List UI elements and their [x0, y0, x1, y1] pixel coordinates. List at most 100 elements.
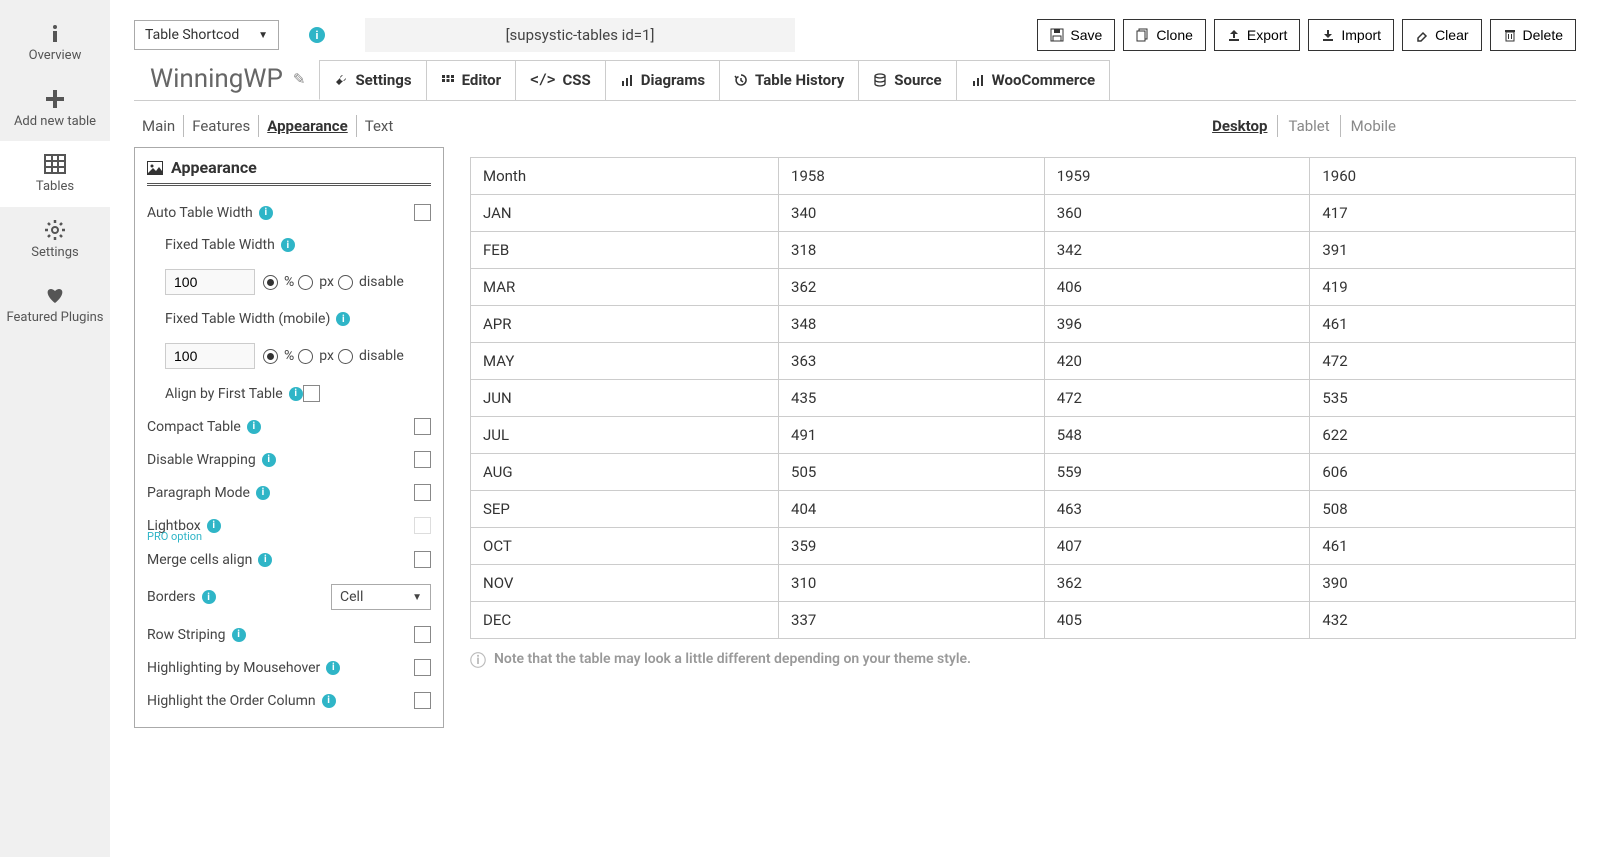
- tab-source[interactable]: Source: [858, 60, 955, 100]
- fixed-width-input[interactable]: [165, 269, 255, 295]
- info-icon[interactable]: i: [202, 590, 216, 604]
- radio-px-mobile[interactable]: [298, 349, 313, 364]
- sub-tab-text[interactable]: Text: [357, 115, 402, 137]
- sub-tab-features[interactable]: Features: [184, 115, 259, 137]
- save-button[interactable]: Save: [1037, 19, 1115, 51]
- radio-disable[interactable]: [338, 275, 353, 290]
- checkbox-row-striping[interactable]: [414, 626, 431, 643]
- info-icon[interactable]: i: [262, 453, 276, 467]
- table-cell: 391: [1310, 232, 1576, 269]
- view-tab-mobile[interactable]: Mobile: [1341, 115, 1406, 137]
- import-button[interactable]: Import: [1308, 19, 1394, 51]
- view-tab-tablet[interactable]: Tablet: [1278, 115, 1340, 137]
- tab-settings[interactable]: Settings: [319, 60, 425, 100]
- checkbox-paragraph[interactable]: [414, 484, 431, 501]
- table-cell: 417: [1310, 195, 1576, 232]
- shortcode-select[interactable]: Table Shortcod ▼: [134, 20, 279, 50]
- table-row: JUL491548622: [471, 417, 1576, 454]
- tab-woocommerce[interactable]: WooCommerce: [956, 60, 1110, 100]
- table-cell: 622: [1310, 417, 1576, 454]
- checkbox-disable-wrap[interactable]: [414, 451, 431, 468]
- table-cell: 548: [1044, 417, 1310, 454]
- tab-label: Diagrams: [641, 71, 705, 89]
- table-cell: APR: [471, 306, 779, 343]
- export-button[interactable]: Export: [1214, 19, 1300, 51]
- bar-icon: [971, 73, 985, 87]
- view-tab-desktop[interactable]: Desktop: [1202, 115, 1278, 137]
- sub-tab-appearance[interactable]: Appearance: [259, 115, 356, 137]
- info-icon[interactable]: i: [309, 27, 325, 43]
- opt-borders: Bordersi Cell ▼: [147, 576, 431, 618]
- checkbox-highlight-order[interactable]: [414, 692, 431, 709]
- download-icon: [1321, 28, 1335, 42]
- clear-button[interactable]: Clear: [1402, 19, 1481, 51]
- sidebar-item-overview[interactable]: Overview: [0, 10, 110, 76]
- table-cell: 420: [1044, 343, 1310, 380]
- info-icon[interactable]: i: [256, 486, 270, 500]
- info-icon[interactable]: i: [322, 694, 336, 708]
- table-cell: SEP: [471, 491, 779, 528]
- table-cell: 362: [779, 269, 1045, 306]
- table-cell: 405: [1044, 602, 1310, 639]
- opt-row-striping: Row Stripingi: [147, 618, 431, 651]
- table-cell: 363: [779, 343, 1045, 380]
- sidebar-item-tables[interactable]: Tables: [0, 141, 110, 207]
- checkbox-align-first[interactable]: [303, 385, 320, 402]
- radio-percent-mobile[interactable]: [263, 349, 278, 364]
- info-icon[interactable]: i: [289, 387, 303, 401]
- sidebar-item-featured-plugins[interactable]: Featured Plugins: [0, 272, 110, 338]
- left-column: MainFeaturesAppearanceText Appearance Au…: [134, 115, 444, 728]
- sidebar-item-settings[interactable]: Settings: [0, 207, 110, 273]
- table-cell: 606: [1310, 454, 1576, 491]
- fixed-width-mobile-input[interactable]: [165, 343, 255, 369]
- info-icon[interactable]: i: [281, 238, 295, 252]
- shortcode-display[interactable]: [supsystic-tables id=1]: [365, 18, 795, 52]
- sidebar-item-add-new-table[interactable]: Add new table: [0, 76, 110, 142]
- table-cell: 340: [779, 195, 1045, 232]
- info-icon[interactable]: i: [207, 519, 221, 533]
- clone-button[interactable]: Clone: [1123, 19, 1206, 51]
- info-icon[interactable]: i: [247, 420, 261, 434]
- sub-tab-main[interactable]: Main: [134, 115, 184, 137]
- table-row: FEB318342391: [471, 232, 1576, 269]
- delete-button[interactable]: Delete: [1490, 19, 1576, 51]
- grid-icon: [44, 153, 66, 175]
- table-cell: 463: [1044, 491, 1310, 528]
- borders-select[interactable]: Cell ▼: [331, 584, 431, 610]
- info-icon[interactable]: i: [336, 312, 350, 326]
- tab-table-history[interactable]: Table History: [719, 60, 858, 100]
- sidebar-item-label: Add new table: [14, 114, 96, 130]
- radio-px[interactable]: [298, 275, 313, 290]
- tab-label: Table History: [755, 71, 844, 89]
- checkbox-merge-cells[interactable]: [414, 551, 431, 568]
- table-cell: MAR: [471, 269, 779, 306]
- fixed-width-units: % px disable: [263, 274, 404, 290]
- opt-align-first: Align by First Tablei: [165, 377, 431, 410]
- radio-disable-mobile[interactable]: [338, 349, 353, 364]
- checkbox-lightbox[interactable]: [414, 517, 431, 534]
- tab-label: Source: [894, 71, 941, 89]
- checkbox-compact[interactable]: [414, 418, 431, 435]
- info-icon[interactable]: i: [259, 206, 273, 220]
- checkbox-highlight-hover[interactable]: [414, 659, 431, 676]
- table-header-cell: Month: [471, 158, 779, 195]
- pencil-icon[interactable]: ✎: [293, 70, 306, 88]
- copy-icon: [1136, 28, 1150, 42]
- info-icon[interactable]: i: [232, 628, 246, 642]
- info-icon[interactable]: i: [258, 553, 272, 567]
- checkbox-auto-width[interactable]: [414, 204, 431, 221]
- tab-css[interactable]: </>CSS: [515, 60, 605, 100]
- eraser-icon: [1415, 28, 1429, 42]
- opt-highlight-order: Highlight the Order Columni: [147, 684, 431, 717]
- tab-diagrams[interactable]: Diagrams: [605, 60, 719, 100]
- info-icon[interactable]: i: [326, 661, 340, 675]
- table-cell: AUG: [471, 454, 779, 491]
- main-area: Table Shortcod ▼ i [supsystic-tables id=…: [110, 0, 1600, 857]
- table-cell: 359: [779, 528, 1045, 565]
- opt-auto-width: Auto Table Widthi: [147, 196, 431, 229]
- top-row: Table Shortcod ▼ i [supsystic-tables id=…: [134, 18, 1576, 52]
- chevron-down-icon: ▼: [258, 30, 268, 41]
- tab-editor[interactable]: Editor: [426, 60, 516, 100]
- table-row: JUN435472535: [471, 380, 1576, 417]
- radio-percent[interactable]: [263, 275, 278, 290]
